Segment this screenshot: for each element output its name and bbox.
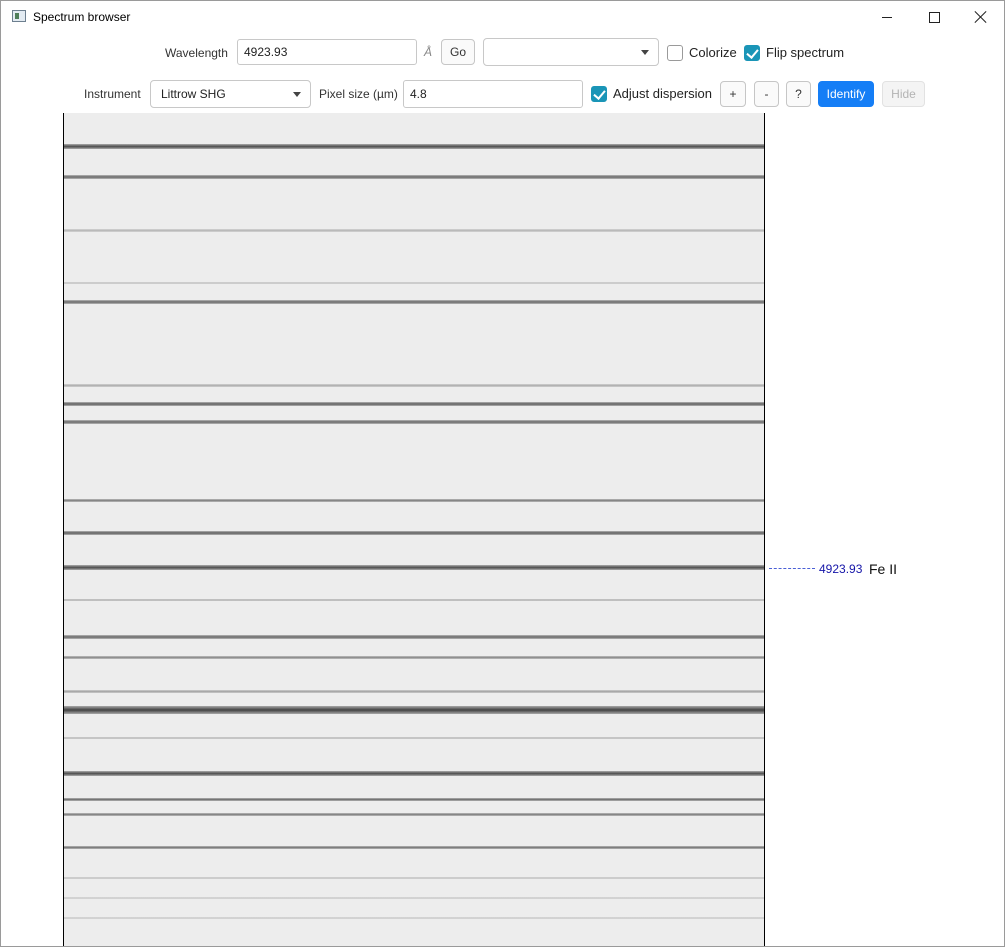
absorption-line — [64, 144, 764, 149]
absorption-line — [64, 229, 764, 232]
chevron-down-icon — [641, 50, 649, 55]
instrument-select[interactable]: Littrow SHG — [150, 80, 311, 108]
wavelength-label: Wavelength — [165, 46, 228, 60]
chevron-down-icon — [293, 92, 301, 97]
identify-button[interactable]: Identify — [818, 81, 874, 107]
maximize-button[interactable] — [911, 1, 957, 33]
absorption-line — [64, 897, 764, 899]
absorption-line — [64, 813, 764, 816]
absorption-line — [64, 798, 764, 801]
absorption-line — [64, 877, 764, 879]
close-button[interactable] — [958, 1, 1004, 33]
colorize-checkbox[interactable] — [667, 45, 683, 61]
absorption-line — [64, 706, 764, 714]
wavelength-input[interactable]: 4923.93 — [237, 39, 417, 65]
absorption-line — [64, 599, 764, 601]
minimize-button[interactable] — [864, 1, 910, 33]
absorption-line — [64, 402, 764, 406]
absorption-line — [64, 690, 764, 693]
absorption-line — [64, 565, 764, 570]
zoom-in-button[interactable]: + — [720, 81, 746, 107]
absorption-line — [64, 656, 764, 659]
spectrum-image[interactable] — [63, 113, 765, 946]
absorption-line — [64, 499, 764, 502]
absorption-line — [64, 300, 764, 304]
window-title: Spectrum browser — [33, 10, 131, 24]
line-dropdown[interactable] — [483, 38, 659, 66]
absorption-line — [64, 917, 764, 919]
zoom-out-button[interactable]: - — [754, 81, 779, 107]
absorption-line — [64, 846, 764, 849]
line-marker-dash — [769, 568, 815, 569]
line-marker-wavelength: 4923.93 — [819, 562, 863, 576]
instrument-select-value: Littrow SHG — [161, 87, 226, 101]
flip-spectrum-label[interactable]: Flip spectrum — [766, 45, 844, 60]
absorption-line — [64, 771, 764, 776]
instrument-label: Instrument — [84, 87, 141, 101]
absorption-line — [64, 420, 764, 424]
line-marker-element: Fe II — [869, 561, 898, 577]
help-button[interactable]: ? — [786, 81, 811, 107]
maximize-icon — [928, 11, 940, 23]
pixel-size-label: Pixel size (µm) — [319, 87, 398, 101]
angstrom-unit: Å — [424, 45, 433, 59]
flip-spectrum-checkbox[interactable] — [744, 45, 760, 61]
hide-button[interactable]: Hide — [882, 81, 925, 107]
minimize-icon — [882, 16, 892, 18]
adjust-dispersion-label[interactable]: Adjust dispersion — [613, 86, 712, 101]
adjust-dispersion-checkbox[interactable] — [591, 86, 607, 102]
absorption-line — [64, 282, 764, 284]
absorption-line — [64, 384, 764, 387]
title-bar[interactable]: Spectrum browser — [1, 1, 1004, 33]
spectrum-browser-window: Spectrum browser Wavelength 4923.93 Å Go… — [0, 0, 1005, 947]
absorption-line — [64, 737, 764, 739]
app-icon — [12, 10, 26, 22]
colorize-label[interactable]: Colorize — [689, 45, 737, 60]
pixel-size-input[interactable]: 4.8 — [403, 80, 583, 108]
absorption-line — [64, 175, 764, 179]
absorption-line — [64, 531, 764, 535]
absorption-line — [64, 635, 764, 639]
go-button[interactable]: Go — [441, 39, 475, 65]
close-icon — [975, 11, 987, 23]
